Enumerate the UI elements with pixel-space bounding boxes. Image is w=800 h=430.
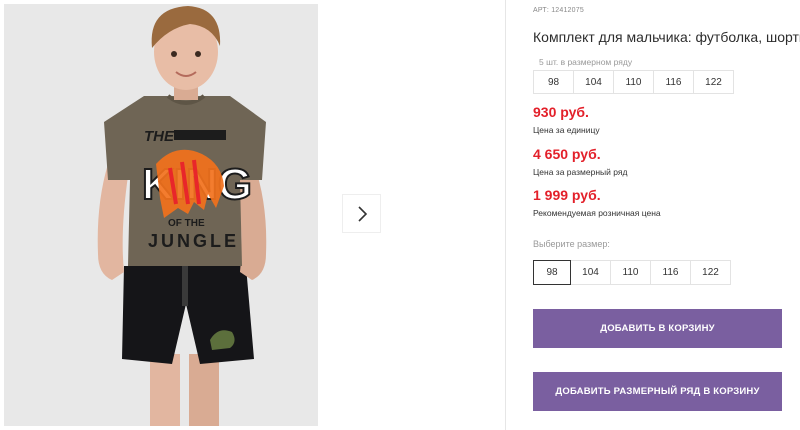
- shirt-print-jungle: JUNGLE: [148, 231, 239, 251]
- size-option-98[interactable]: 98: [533, 260, 571, 285]
- pack-size: 110: [613, 70, 654, 94]
- boy-outfit-image: THE KING OF THE JUNGLE: [4, 4, 318, 426]
- product-sku: АРТ: 12412075: [533, 7, 584, 14]
- pack-sizes: 98 104 110 116 122: [533, 70, 734, 94]
- divider: [505, 0, 506, 430]
- shirt-print-of-the: OF THE: [168, 218, 205, 229]
- product-gallery: THE KING OF THE JUNGLE: [0, 0, 505, 430]
- pack-price-note: Цена за размерный ряд: [533, 167, 628, 177]
- size-option-110[interactable]: 110: [610, 260, 651, 285]
- unit-price-note: Цена за единицу: [533, 125, 600, 135]
- next-image-button[interactable]: [342, 194, 381, 233]
- size-option-116[interactable]: 116: [650, 260, 691, 285]
- retail-price-note: Рекомендуемая розничная цена: [533, 208, 661, 218]
- pack-size: 104: [573, 70, 614, 94]
- product-title: Комплект для мальчика: футболка, шорты: [533, 29, 800, 45]
- size-option-122[interactable]: 122: [690, 260, 731, 285]
- shirt-print-the: THE: [144, 128, 175, 145]
- size-select-label: Выберите размер:: [533, 239, 610, 249]
- pack-price: 4 650 руб.: [533, 146, 601, 162]
- add-pack-to-cart-button[interactable]: ДОБАВИТЬ РАЗМЕРНЫЙ РЯД В КОРЗИНУ: [533, 372, 782, 411]
- pack-size: 122: [693, 70, 734, 94]
- pack-label: 5 шт. в размерном ряду: [539, 57, 633, 67]
- unit-price: 930 руб.: [533, 104, 589, 120]
- pack-size: 116: [653, 70, 694, 94]
- pack-size: 98: [533, 70, 574, 94]
- chevron-right-icon: [357, 205, 367, 222]
- retail-price: 1 999 руб.: [533, 187, 601, 203]
- add-to-cart-button[interactable]: ДОБАВИТЬ В КОРЗИНУ: [533, 309, 782, 348]
- product-photo[interactable]: THE KING OF THE JUNGLE: [4, 4, 318, 426]
- size-option-104[interactable]: 104: [570, 260, 611, 285]
- size-selector: 98 104 110 116 122: [533, 260, 731, 285]
